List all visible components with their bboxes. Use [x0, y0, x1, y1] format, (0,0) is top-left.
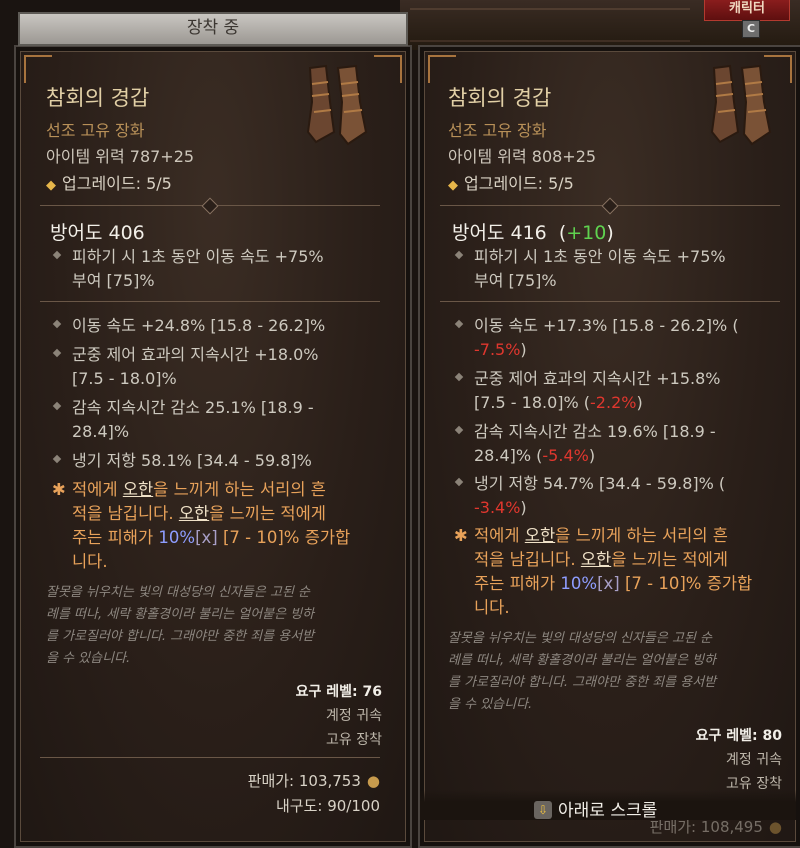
upgrade-count: ◆ 업그레이드: 5/5: [448, 170, 574, 194]
gold-coin-icon: ●: [768, 818, 782, 836]
sell-value: 판매가: 103,753 ●: [247, 772, 380, 790]
item-type: 선조 고유 장화: [448, 121, 547, 140]
requirements: 요구 레벨: 80 계정 귀속 고유 장착: [695, 728, 782, 792]
scroll-down-hint[interactable]: ⇩ 아래로 스크롤: [534, 796, 657, 821]
affix-line: 이동 속도 +17.3% [15.8 - 26.2]% (-7.5%): [454, 314, 739, 362]
divider: [440, 301, 780, 302]
implicit-affix: 피하기 시 1초 동안 이동 속도 +75% 부여 [75]%: [454, 245, 726, 293]
affix-line: 이동 속도 +24.8% [15.8 - 26.2]%: [52, 314, 325, 338]
divider: [40, 757, 380, 758]
corner-ornament: [24, 55, 52, 83]
unique-power: ✱ 적에게 오한을 느끼게 하는 서리의 흔 적을 남깁니다. 오한을 느끼는 …: [454, 526, 753, 617]
item-name: 참회의 경갑: [46, 86, 150, 110]
armor-delta: +10: [566, 222, 607, 244]
corner-ornament: [428, 55, 456, 83]
unique-power: ✱ 적에게 오한을 느끼게 하는 서리의 흔 적을 남깁니다. 오한을 느끼는 …: [52, 480, 351, 571]
affix-line: 군중 제어 효과의 지속시간 +15.8% [7.5 - 18.0]% (-2.2…: [454, 367, 721, 415]
character-tab[interactable]: 캐릭터: [704, 0, 790, 21]
affix-line: 냉기 저항 58.1% [34.4 - 59.8]%: [52, 449, 312, 473]
affix-line: 감속 지속시간 감소 19.6% [18.9 -28.4]% (-5.4%): [454, 420, 716, 468]
item-name: 참회의 경갑: [448, 86, 552, 110]
flavor-text: 잘못을 뉘우치는 빛의 대성당의 신자들은 고된 순 례를 떠나, 세락 황홀경이…: [448, 631, 717, 712]
scroll-key-icon: ⇩: [534, 801, 552, 819]
affix-line: 감속 지속시간 감소 25.1% [18.9 -28.4]%: [52, 396, 314, 444]
item-power: 아이템 위력 787+25: [46, 147, 195, 166]
upgrade-label: 업그레이드: 5/5: [464, 174, 574, 193]
equipped-header: 장착 중: [18, 12, 408, 46]
armor-value: 방어도 406: [50, 222, 145, 244]
unique-star-icon: ✱: [52, 480, 66, 499]
armor-value: 방어도 416 (+10): [452, 222, 614, 244]
durability: 내구도: 90/100: [276, 797, 380, 815]
flavor-text: 잘못을 뉘우치는 빛의 대성당의 신자들은 고된 순 례를 떠나, 세락 황홀경이…: [46, 585, 315, 666]
character-hotkey: C: [742, 20, 760, 38]
requirements: 요구 레벨: 76 계정 귀속 고유 장착: [295, 684, 382, 748]
affix-line: 냉기 저항 54.7% [34.4 - 59.8]% (-3.4%): [454, 472, 725, 520]
implicit-affix: 피하기 시 1초 동안 이동 속도 +75% 부여 [75]%: [52, 245, 324, 293]
gold-coin-icon: ●: [366, 772, 380, 790]
unique-star-icon: ✱: [454, 526, 468, 545]
upgrade-count: ◆ 업그레이드: 5/5: [46, 170, 172, 194]
upgrade-diamond-icon: ◆: [46, 178, 56, 193]
boots-icon: [710, 64, 772, 146]
upgrade-label: 업그레이드: 5/5: [62, 174, 172, 193]
corner-ornament: [374, 55, 402, 83]
divider: [40, 301, 380, 302]
affix-line: 군중 제어 효과의 지속시간 +18.0% [7.5 - 18.0]%: [52, 343, 319, 391]
item-power: 아이템 위력 808+25: [448, 147, 597, 166]
item-type: 선조 고유 장화: [46, 121, 145, 140]
boots-icon: [306, 64, 368, 146]
upgrade-diamond-icon: ◆: [448, 178, 458, 193]
